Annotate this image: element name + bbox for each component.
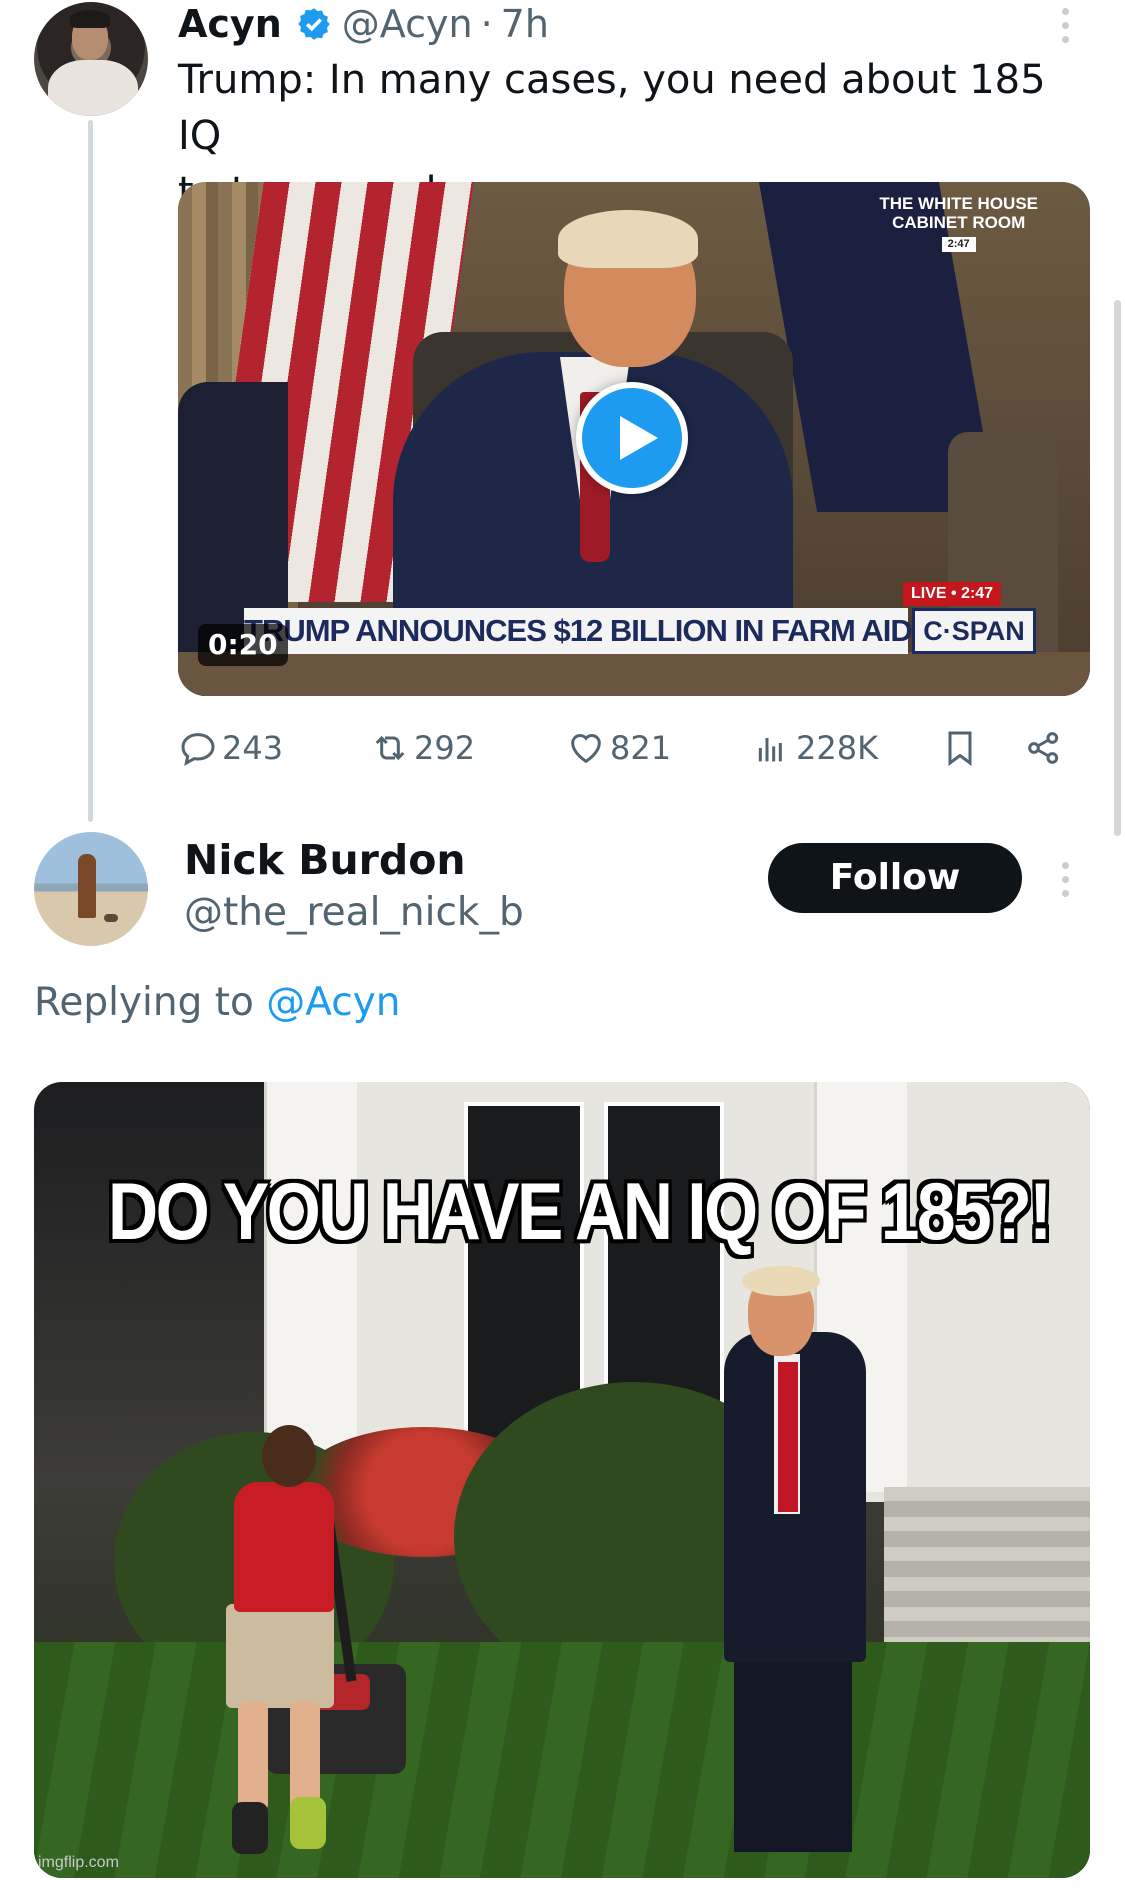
boy-leg (290, 1702, 320, 1812)
reply-icon (181, 733, 215, 766)
author-handle[interactable]: @Acyn (342, 2, 473, 46)
bookmark-icon (948, 731, 972, 766)
video-speaker-hair (558, 210, 698, 268)
repost-count: 292 (414, 729, 476, 767)
reply-author-handle[interactable]: @the_real_nick_b (184, 890, 524, 935)
tweet-time[interactable]: 7h (501, 2, 549, 46)
follow-button[interactable]: Follow (768, 843, 1022, 913)
man-tie (778, 1362, 798, 1512)
verified-badge-icon (298, 8, 330, 40)
boy-shoe (232, 1802, 268, 1854)
views-icon (758, 738, 782, 762)
views-count: 228K (796, 729, 879, 767)
reply-count: 243 (222, 729, 284, 767)
boy-head (262, 1425, 316, 1487)
more-icon[interactable] (1062, 8, 1070, 50)
man-legs (734, 1642, 852, 1852)
bookmark-button[interactable] (940, 722, 984, 774)
play-button[interactable] (576, 382, 688, 494)
news-chyron: TRUMP ANNOUNCES $12 BILLION IN FARM AID (244, 608, 913, 654)
repost-button[interactable]: 292 (370, 722, 475, 774)
acyn-avatar[interactable] (34, 2, 148, 116)
reply-author-name[interactable]: Nick Burdon (184, 836, 466, 884)
like-icon (571, 734, 601, 764)
meme-image[interactable]: DO YOU HAVE AN IQ OF 185?! imgflip.com (34, 1082, 1090, 1878)
thread-line (88, 120, 93, 822)
tweet-header: Acyn @Acyn · 7h (178, 0, 549, 48)
live-label: LIVE • 2:47 (903, 582, 1002, 606)
network-logo: C·SPAN (912, 608, 1036, 654)
boy-shorts (226, 1604, 334, 1708)
location-line-2: CABINET ROOM (892, 213, 1026, 232)
replying-to-line: Replying to @Acyn (34, 980, 401, 1025)
author-name[interactable]: Acyn (178, 2, 282, 46)
reply-button[interactable]: 243 (178, 722, 283, 774)
location-bug: THE WHITE HOUSE CABINET ROOM 2:47 (879, 194, 1038, 252)
replying-to-mention[interactable]: @Acyn (266, 980, 400, 1025)
video-table (178, 652, 1090, 696)
more-icon[interactable] (1062, 862, 1070, 904)
repost-icon (375, 735, 405, 761)
video-duration: 0:20 (198, 624, 288, 666)
like-button[interactable]: 821 (566, 722, 671, 774)
man-hair (742, 1266, 820, 1296)
separator: · (480, 2, 493, 46)
scrollbar[interactable] (1114, 300, 1121, 836)
views-button[interactable]: 228K (752, 722, 878, 774)
nick-burdon-avatar[interactable] (34, 832, 148, 946)
bug-time: 2:47 (941, 237, 976, 252)
meme-lawn (34, 1642, 1090, 1878)
meme-caption: DO YOU HAVE AN IQ OF 185?! (107, 1167, 1052, 1257)
like-count: 821 (610, 729, 672, 767)
location-line-1: THE WHITE HOUSE (879, 194, 1038, 213)
tweet-actions: 243 292 821 228K (178, 722, 1078, 774)
replying-prefix: Replying to (34, 980, 254, 1025)
boy-shirt (234, 1482, 334, 1612)
share-icon (1028, 732, 1059, 764)
imgflip-watermark: imgflip.com (38, 1854, 119, 1871)
boy-leg (238, 1702, 268, 1812)
meme-steps (884, 1487, 1090, 1667)
share-button[interactable] (1024, 722, 1068, 774)
boy-shoe (290, 1797, 326, 1849)
video-player[interactable]: THE WHITE HOUSE CABINET ROOM 2:47 LIVE •… (178, 182, 1090, 696)
